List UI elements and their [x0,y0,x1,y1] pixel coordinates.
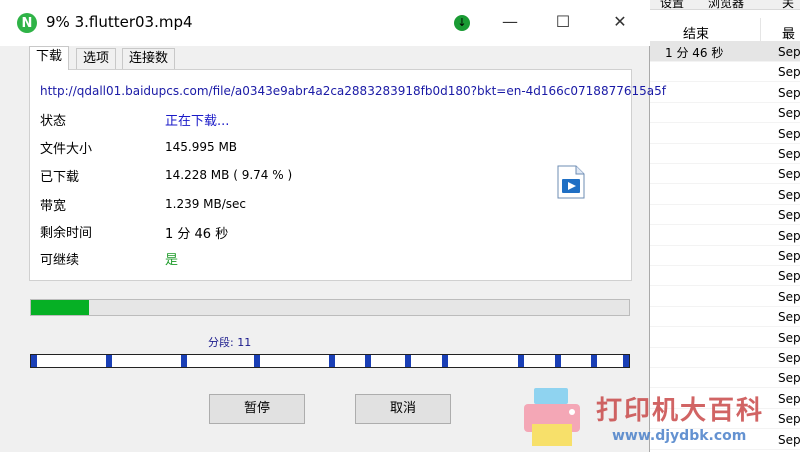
watermark-title: 打印机大百科 [596,396,765,426]
list-row[interactable]: Sep [650,164,800,185]
tab-options[interactable]: 选项 [76,48,117,70]
download-progress-bar [30,299,630,316]
list-row[interactable]: Sep [650,246,800,266]
list-row[interactable]: Sep [650,205,800,226]
list-row[interactable]: Sep [650,185,800,205]
segment-marker [405,355,411,367]
list-row[interactable]: 1 分 46 秒 Sep [650,42,800,62]
list-row[interactable]: Sep [650,348,800,368]
segment-marker [31,355,37,367]
row-date: Sep [778,45,800,59]
list-row[interactable]: Sep [650,287,800,307]
app-logo-icon: N [17,13,37,33]
dialog-title: 9% 3.flutter03.mp4 [46,13,193,31]
watermark-url: www.djydbk.com [612,428,747,444]
row-date: Sep [778,106,800,121]
segments-bar [30,354,630,368]
downloaded-label: 已下载 [40,170,80,185]
row-date: Sep [778,208,800,223]
column-end[interactable]: 结束 [683,23,709,42]
list-row[interactable]: Sep [650,266,800,287]
printer-logo-icon [524,388,580,446]
column-separator [760,18,761,42]
list-row[interactable]: Sep [650,124,800,144]
resumable-value: 是 [165,253,179,268]
cancel-button[interactable]: 取消 [355,394,451,424]
progress-fill [31,300,90,315]
segment-marker [518,355,524,367]
row-date: Sep [778,126,800,141]
status-label: 状态 [40,114,67,129]
download-arrow-icon[interactable]: ↓ [454,15,470,31]
segment-marker [591,355,597,367]
list-row[interactable]: Sep [650,83,800,103]
downloaded-value: 14.228 MB ( 9.74 % ) [165,168,293,182]
close-button[interactable]: ✕ [606,10,634,34]
segment-marker [365,355,371,367]
file-size-value: 145.995 MB [165,140,238,154]
segment-marker [329,355,335,367]
segment-marker [555,355,561,367]
row-date: Sep [778,167,800,182]
row-date: Sep [778,85,800,100]
list-row[interactable]: Sep [650,103,800,124]
row-date: Sep [778,187,800,202]
segment-marker [254,355,260,367]
segment-marker [106,355,112,367]
tab-connections[interactable]: 连接数 [122,48,176,70]
time-left-value: 1 分 46 秒 [165,227,229,242]
row-date: Sep [778,289,800,304]
list-row[interactable]: Sep [650,62,800,83]
download-info-panel: http://qdall01.baidupcs.com/file/a0343e9… [29,69,666,281]
pause-button[interactable]: 暂停 [209,394,305,424]
row-date: Sep [778,65,800,80]
row-date: Sep [778,310,800,325]
file-size-label: 文件大小 [40,142,93,157]
watermark: 打印机大百科 www.djydbk.com [520,384,800,452]
bandwidth-label: 带宽 [40,199,67,214]
row-date: Sep [778,269,800,284]
row-end-time: 1 分 46 秒 [665,46,724,60]
list-row[interactable]: Sep [650,307,800,328]
tab-download[interactable]: 下载 [29,46,70,70]
row-date: Sep [778,228,800,243]
row-date: Sep [778,249,800,263]
list-row[interactable]: Sep [650,226,800,246]
row-date: Sep [778,330,800,345]
segment-marker [181,355,187,367]
time-left-label: 剩余时间 [40,226,93,241]
dialog-titlebar[interactable]: N 9% 3.flutter03.mp4 ↓ — ☐ ✕ [0,0,650,46]
row-date: Sep [778,147,800,161]
resumable-label: 可继续 [40,253,80,268]
segment-marker [442,355,448,367]
video-file-icon [557,165,585,199]
segment-marker [623,355,629,367]
segments-label: 分段: 11 [208,336,252,349]
row-date: Sep [778,351,800,365]
list-header: 结束 最后 [650,10,800,61]
maximize-button[interactable]: ☐ [549,10,577,34]
status-value: 正在下载... [165,114,230,129]
minimize-button[interactable]: — [496,10,524,34]
list-row[interactable]: Sep [650,328,800,348]
download-url: http://qdall01.baidupcs.com/file/a0343e9… [40,84,666,98]
list-row[interactable]: Sep [650,144,800,164]
bandwidth-value: 1.239 MB/sec [165,197,247,211]
